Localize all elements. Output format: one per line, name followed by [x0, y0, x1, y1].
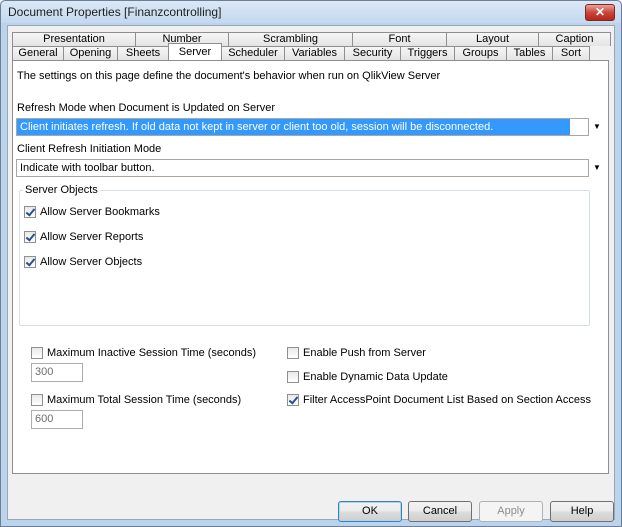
close-icon[interactable]: ✕ — [585, 4, 615, 21]
tab-scheduler[interactable]: Scheduler — [221, 46, 285, 60]
allow-server-objects-label: Allow Server Objects — [40, 256, 143, 268]
tab-row-1: Presentation Number Scrambling Font Layo… — [12, 32, 611, 46]
refresh-mode-label: Refresh Mode when Document is Updated on… — [17, 102, 276, 114]
dialog-client-area: Presentation Number Scrambling Font Layo… — [7, 25, 615, 522]
filter-accesspoint-checkbox[interactable] — [287, 394, 299, 406]
refresh-mode-value: Client initiates refresh. If old data no… — [17, 119, 570, 135]
refresh-mode-dropdown[interactable]: Client initiates refresh. If old data no… — [16, 118, 601, 136]
tab-caption[interactable]: Caption — [538, 32, 611, 46]
allow-server-reports-checkbox[interactable] — [24, 231, 36, 243]
client-refresh-dropdown[interactable]: Indicate with toolbar button. ▼ — [16, 159, 601, 177]
client-refresh-label: Client Refresh Initiation Mode — [17, 143, 162, 155]
allow-server-bookmarks-label: Allow Server Bookmarks — [40, 206, 160, 218]
max-inactive-session-label: Maximum Inactive Session Time (seconds) — [47, 347, 257, 359]
max-total-session-input[interactable]: 600 — [31, 410, 83, 429]
enable-push-label: Enable Push from Server — [303, 347, 426, 359]
max-inactive-session-input[interactable]: 300 — [31, 363, 83, 382]
help-button[interactable]: Help — [550, 501, 614, 522]
server-objects-legend: Server Objects — [23, 184, 100, 196]
tab-presentation[interactable]: Presentation — [12, 32, 136, 46]
window-title: Document Properties [Finanzcontrolling] — [8, 5, 222, 19]
max-total-session-option[interactable]: Maximum Total Session Time (seconds) — [31, 394, 241, 406]
tab-general[interactable]: General — [12, 46, 64, 60]
apply-button[interactable]: Apply — [479, 501, 543, 522]
allow-server-bookmarks-option[interactable]: Allow Server Bookmarks — [24, 206, 160, 218]
max-total-session-checkbox[interactable] — [31, 394, 43, 406]
enable-dynamic-update-checkbox[interactable] — [287, 371, 299, 383]
allow-server-reports-label: Allow Server Reports — [40, 231, 144, 243]
title-bar[interactable]: Document Properties [Finanzcontrolling] … — [1, 1, 621, 23]
filter-accesspoint-label: Filter AccessPoint Document List Based o… — [303, 394, 591, 406]
max-inactive-session-option[interactable]: Maximum Inactive Session Time (seconds) — [31, 347, 256, 359]
max-total-session-label: Maximum Total Session Time (seconds) — [47, 394, 242, 406]
tab-variables[interactable]: Variables — [284, 46, 345, 60]
server-tab-page: The settings on this page define the doc… — [12, 60, 609, 474]
chevron-down-icon[interactable]: ▼ — [590, 119, 604, 135]
tab-sheets[interactable]: Sheets — [117, 46, 169, 60]
tab-server[interactable]: Server — [168, 43, 222, 60]
enable-push-option[interactable]: Enable Push from Server — [287, 347, 426, 359]
tab-sort[interactable]: Sort — [552, 46, 590, 60]
server-page-intro: The settings on this page define the doc… — [17, 70, 441, 82]
tab-security[interactable]: Security — [344, 46, 401, 60]
enable-dynamic-update-label: Enable Dynamic Data Update — [303, 371, 448, 383]
tab-opening[interactable]: Opening — [63, 46, 118, 60]
document-properties-window: Document Properties [Finanzcontrolling] … — [0, 0, 622, 527]
tab-row-2: General Opening Sheets Server Scheduler … — [12, 43, 590, 60]
tab-groups[interactable]: Groups — [454, 46, 507, 60]
tab-triggers[interactable]: Triggers — [400, 46, 455, 60]
cancel-button[interactable]: Cancel — [408, 501, 472, 522]
tab-scrambling[interactable]: Scrambling — [228, 32, 353, 46]
allow-server-objects-checkbox[interactable] — [24, 256, 36, 268]
tab-layout[interactable]: Layout — [446, 32, 539, 46]
enable-push-checkbox[interactable] — [287, 347, 299, 359]
max-inactive-session-checkbox[interactable] — [31, 347, 43, 359]
tab-tables[interactable]: Tables — [506, 46, 553, 60]
server-objects-group: Server Objects Allow Server Bookmarks Al… — [19, 184, 590, 326]
allow-server-reports-option[interactable]: Allow Server Reports — [24, 231, 143, 243]
tab-font[interactable]: Font — [352, 32, 447, 46]
ok-button[interactable]: OK — [338, 501, 402, 522]
allow-server-bookmarks-checkbox[interactable] — [24, 206, 36, 218]
chevron-down-icon[interactable]: ▼ — [590, 160, 604, 176]
enable-dynamic-update-option[interactable]: Enable Dynamic Data Update — [287, 371, 448, 383]
filter-accesspoint-option[interactable]: Filter AccessPoint Document List Based o… — [287, 394, 591, 406]
client-refresh-value: Indicate with toolbar button. — [20, 162, 155, 174]
allow-server-objects-option[interactable]: Allow Server Objects — [24, 256, 142, 268]
